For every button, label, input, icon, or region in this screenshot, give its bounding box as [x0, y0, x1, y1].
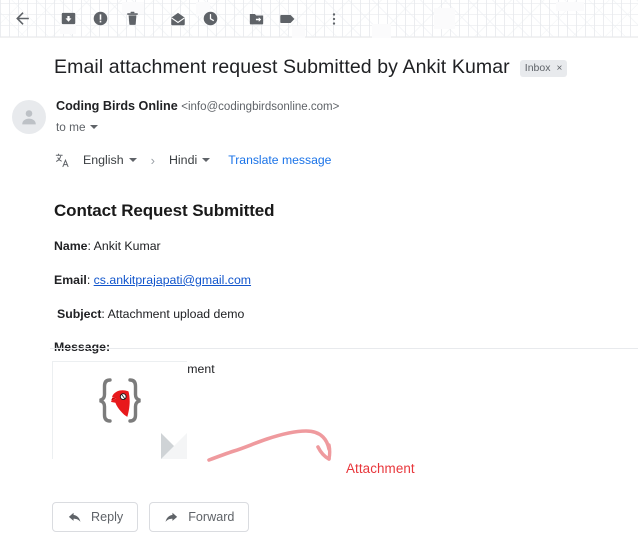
- sender-address: <info@codingbirdsonline.com>: [181, 101, 340, 114]
- attachment-divider: [50, 348, 638, 349]
- source-language-select[interactable]: English: [83, 153, 137, 167]
- mark-unread-button[interactable]: [162, 3, 194, 35]
- action-buttons: Reply Forward: [52, 502, 250, 532]
- attachment-area: [52, 361, 187, 459]
- chevron-down-icon[interactable]: [202, 158, 211, 163]
- email-content: Email attachment request Submitted by An…: [0, 38, 638, 539]
- field-name-label: Name: [54, 239, 88, 254]
- field-name-value: Ankit Kumar: [93, 239, 161, 254]
- target-language-select[interactable]: Hindi: [168, 153, 211, 168]
- annotation-label: Attachment: [346, 461, 415, 476]
- archive-button[interactable]: [52, 3, 84, 35]
- attachment-thumbnail[interactable]: [52, 361, 187, 459]
- move-to-folder-icon: [249, 13, 263, 25]
- more-options-button[interactable]: [318, 3, 350, 35]
- move-to-folder-button[interactable]: [240, 3, 272, 35]
- forward-arrow-icon: [165, 512, 178, 522]
- email-toolbar: [0, 0, 638, 38]
- source-language-label: English: [83, 153, 124, 168]
- field-email-label: Email: [54, 272, 87, 287]
- more-vertical-icon: [332, 12, 336, 25]
- message-body: Contact Request Submitted Name: Ankit Ku…: [0, 201, 638, 377]
- translate-bar: English › Hindi Translate message: [54, 149, 638, 171]
- field-name: Name: Ankit Kumar: [54, 238, 638, 255]
- archive-icon: [61, 12, 75, 25]
- sender-row: Coding Birds Online <info@codingbirdsonl…: [0, 80, 638, 135]
- sender-meta: Coding Birds Online <info@codingbirdsonl…: [56, 98, 339, 134]
- field-subject-label: Subject: [57, 306, 102, 321]
- translate-direction-arrow: ›: [150, 152, 155, 168]
- back-arrow-icon: [15, 12, 29, 25]
- back-button[interactable]: [6, 3, 38, 35]
- delete-button[interactable]: [116, 3, 148, 35]
- field-subject-value: Attachment upload demo: [107, 306, 245, 321]
- label-tag-icon: [280, 14, 295, 23]
- body-heading: Contact Request Submitted: [54, 201, 275, 221]
- field-subject: Subject: Attachment upload demo: [54, 306, 638, 323]
- sender-name[interactable]: Coding Birds Online: [56, 99, 178, 113]
- recipient-label: to me: [56, 120, 86, 135]
- circuit-pattern-chip: [372, 24, 391, 38]
- sender-line: Coding Birds Online <info@codingbirdsonl…: [56, 98, 339, 115]
- field-email: Email: cs.ankitprajapati@gmail.com: [54, 272, 638, 289]
- translate-message-link[interactable]: Translate message: [228, 153, 331, 167]
- translate-icon: [54, 152, 71, 169]
- subject-row: Email attachment request Submitted by An…: [0, 38, 638, 80]
- recipient-row[interactable]: to me: [56, 120, 339, 134]
- coding-birds-logo-icon: [90, 374, 150, 441]
- avatar: [12, 100, 46, 135]
- forward-label: Forward: [188, 510, 235, 524]
- colon: :: [86, 272, 94, 287]
- snooze-button[interactable]: [194, 3, 226, 35]
- report-spam-icon: [93, 11, 107, 26]
- label-chip-text: Inbox: [524, 62, 551, 75]
- circuit-pattern-chip: [434, 8, 455, 29]
- forward-button[interactable]: Forward: [149, 502, 250, 532]
- labels-button[interactable]: [272, 3, 304, 35]
- label-chip-inbox[interactable]: Inbox ×: [519, 60, 568, 77]
- field-email-link[interactable]: cs.ankitprajapati@gmail.com: [94, 273, 251, 287]
- report-spam-button[interactable]: [84, 3, 116, 35]
- page-title: Email attachment request Submitted by An…: [54, 56, 510, 78]
- reply-arrow-icon: [68, 512, 81, 522]
- page-fold-corner: [161, 433, 187, 459]
- circuit-pattern-chip: [556, 2, 584, 11]
- close-icon[interactable]: ×: [556, 63, 562, 74]
- chevron-down-icon[interactable]: [128, 158, 137, 163]
- target-language-label: Hindi: [168, 153, 198, 168]
- chevron-down-icon[interactable]: [89, 125, 98, 130]
- reply-label: Reply: [91, 510, 124, 524]
- clock-icon: [203, 11, 217, 26]
- person-icon: [22, 110, 36, 125]
- trash-icon: [126, 11, 138, 25]
- mark-unread-envelope-icon: [171, 12, 185, 25]
- reply-button[interactable]: Reply: [52, 502, 139, 532]
